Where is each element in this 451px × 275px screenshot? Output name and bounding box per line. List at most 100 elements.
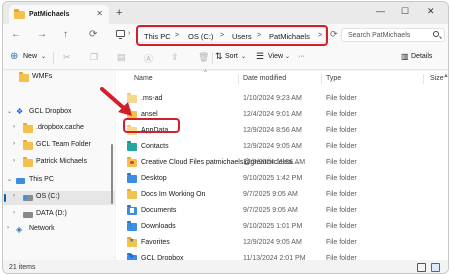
file-row[interactable]: Downloads 9/10/2025 1:01 PM File folder [116,220,448,234]
rename-icon[interactable]: Ⓐ [144,52,153,65]
column-divider[interactable] [321,74,322,84]
chevron-down-icon[interactable]: ⌄ [41,53,46,60]
folder-icon [127,173,137,183]
column-header-name[interactable]: Name [134,75,153,82]
drive-icon [23,195,33,201]
item-count: 21 items [9,264,36,271]
view-icon[interactable]: ☰ [256,51,264,62]
close-button[interactable]: ✕ [427,6,435,17]
column-divider[interactable] [423,74,424,84]
cut-icon[interactable]: ✂ [63,52,71,63]
column-divider[interactable] [238,74,239,84]
sidebar-item-label: GCL Team Folder [36,141,91,148]
column-header-size[interactable]: Size [430,75,444,82]
chevron-down-icon[interactable]: ⌄ [7,108,12,115]
sidebar-scrollbar[interactable] [111,144,113,204]
scroll-up-icon[interactable]: ▲ [443,73,448,79]
search-input[interactable]: Search PatMichaels [341,28,445,42]
explorer-window: PatMichaels ✕ + — ☐ ✕ ← → ↑ ⟳ › This PC … [2,1,449,274]
file-row[interactable]: Docs Im Working On 9/7/2025 9:05 AM File f… [116,188,448,202]
folder-icon [23,123,33,133]
chevron-down-icon[interactable]: ⌄ [241,53,246,60]
share-icon[interactable]: ⇪ [171,52,179,63]
sort-button[interactable]: Sort [225,53,238,60]
file-row[interactable]: Desktop 9/10/2025 1:42 PM File folder [116,172,448,186]
back-arrow-icon[interactable]: ← [11,29,21,40]
file-row[interactable]: Favorites 12/9/2024 9:05 AM File folder [116,236,448,250]
sidebar-item-gcl-team-folder[interactable]: › GCL Team Folder [3,139,115,153]
up-arrow-icon[interactable]: ↑ [63,29,68,40]
sidebar-item-this-pc[interactable]: ⌄ This PC [3,174,115,188]
tab-title: PatMichaels [29,11,70,18]
sidebar-item-patrick-michaels[interactable]: › Patrick Michaels [3,156,115,170]
folder-icon [23,157,33,167]
chevron-right-icon[interactable]: › [13,158,15,164]
sidebar-item-label: Network [29,225,55,232]
file-date: 9/10/2025 1:01 PM [243,223,303,230]
sidebar-item-network[interactable]: › ◈ Network [3,223,115,237]
file-type: File folder [326,95,357,102]
file-date: 9/7/2025 9:05 AM [243,191,298,198]
view-button[interactable]: View [268,53,283,60]
sidebar-item-data-d[interactable]: › DATA (D:) [3,208,115,222]
maximize-button[interactable]: ☐ [401,6,409,17]
details-button[interactable]: Details [411,53,432,60]
divider [212,52,213,64]
file-type: File folder [326,223,357,230]
network-icon: ◈ [16,225,23,234]
file-date: 1/10/2024 9:23 AM [243,95,302,102]
paste-icon[interactable]: ▤ [117,52,126,63]
file-name: Desktop [141,175,167,182]
chevron-down-icon[interactable]: ⌄ [285,53,290,60]
tiles-view-icon[interactable] [431,263,440,272]
sidebar-item-os-c[interactable]: › OS (C:) [3,191,115,205]
refresh-icon[interactable]: ⟳ [89,29,97,40]
file-row[interactable]: Documents 9/7/2025 9:05 AM File folder [116,204,448,218]
details-pane-icon[interactable]: ▥ [401,52,409,61]
folder-icon [14,8,25,19]
delete-icon[interactable]: 🗑 [198,52,209,63]
this-pc-icon[interactable] [116,30,125,39]
chevron-right-icon[interactable]: › [13,124,15,130]
column-header-type[interactable]: Type [326,75,341,82]
plus-icon[interactable]: ⊕ [10,51,18,62]
new-tab-button[interactable]: + [116,7,122,19]
sidebar-item-wmfs[interactable]: WMFs [3,71,115,85]
file-row[interactable]: Contacts 12/9/2024 9:05 AM File folder [116,140,448,154]
tab-patmichaels[interactable]: PatMichaels ✕ [9,5,109,24]
file-type: File folder [326,127,357,134]
folder-icon [127,141,137,151]
tab-close-icon[interactable]: ✕ [96,9,103,18]
refresh-icon[interactable]: ⟳ [330,29,338,40]
forward-arrow-icon[interactable]: → [37,29,47,40]
chevron-right-icon[interactable]: › [7,225,9,231]
file-type: File folder [326,175,357,182]
new-button[interactable]: New [23,53,37,60]
sidebar-item-label: WMFs [32,73,53,80]
file-row[interactable]: .ms-ad 1/10/2024 9:23 AM File folder [116,92,448,106]
file-row[interactable]: Creative Cloud Files patmichaels@greatci… [116,156,448,170]
file-type: File folder [326,159,357,166]
folder-icon [127,205,137,215]
file-date: 12/9/2024 9:05 AM [243,143,302,150]
sidebar-item-label: .dropbox.cache [36,124,84,131]
dropbox-icon [16,107,25,117]
sidebar-item-label: This PC [29,176,54,183]
file-name: .ms-ad [141,95,163,102]
minimize-button[interactable]: — [376,6,385,16]
more-options-button[interactable]: ··· [298,53,305,60]
chevron-down-icon[interactable]: ⌄ [7,176,12,183]
file-type: File folder [326,239,357,246]
sort-icon[interactable]: ⇅ [215,51,223,62]
search-placeholder: Search PatMichaels [348,32,411,39]
chevron-right-icon[interactable]: › [128,30,130,37]
copy-icon[interactable]: ❐ [90,52,98,63]
column-header-date[interactable]: Date modified [243,75,286,82]
folder-icon [23,140,33,150]
folder-icon [127,221,137,231]
chevron-right-icon[interactable]: › [13,193,15,199]
details-view-icon[interactable] [417,263,426,272]
command-bar: ⊕ New ⌄ ✂ ❐ ▤ Ⓐ ⇪ 🗑 ⇅ Sort ⌄ ☰ View ⌄ ··… [3,46,448,70]
chevron-right-icon[interactable]: › [13,210,15,216]
chevron-right-icon[interactable]: › [13,141,15,147]
